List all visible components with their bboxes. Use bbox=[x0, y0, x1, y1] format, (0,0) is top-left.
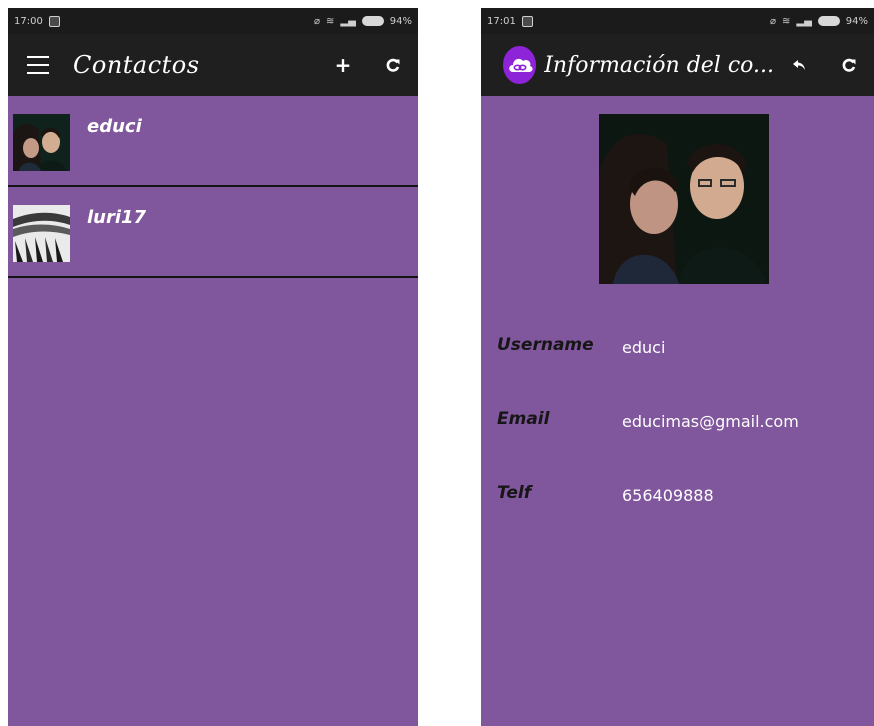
add-contact-button[interactable]: + bbox=[318, 40, 368, 90]
contact-detail-screen: 17:01 ⌀ ≋ ▂▄ 94% Información del co... U… bbox=[481, 8, 874, 726]
contact-item[interactable]: educi bbox=[8, 96, 418, 187]
status-icons: ⌀ ≋ ▂▄ 94% bbox=[770, 16, 868, 27]
contact-name: luri17 bbox=[87, 207, 147, 228]
refresh-button[interactable] bbox=[368, 40, 418, 90]
alarm-icon: ⌀ bbox=[769, 15, 776, 27]
username-value: educi bbox=[622, 338, 666, 357]
toolbar-actions bbox=[774, 40, 874, 90]
username-label: Username bbox=[497, 335, 594, 355]
refresh-icon bbox=[842, 58, 856, 72]
signal-icon: ▂▄ bbox=[796, 15, 812, 27]
battery-percent: 94% bbox=[845, 15, 868, 27]
contact-list: educi luri17 bbox=[8, 96, 418, 278]
toolbar-actions: + bbox=[318, 40, 418, 90]
app-toolbar: Información del co... bbox=[481, 34, 874, 96]
page-title: Contactos bbox=[73, 51, 200, 79]
alarm-icon: ⌀ bbox=[313, 15, 320, 27]
refresh-icon bbox=[386, 58, 400, 72]
phone-value[interactable]: 656409888 bbox=[622, 486, 714, 505]
wifi-icon: ≋ bbox=[781, 15, 791, 27]
notification-icon bbox=[521, 15, 533, 27]
status-time: 17:01 bbox=[487, 15, 516, 27]
battery-percent: 94% bbox=[389, 15, 412, 27]
email-label: Email bbox=[497, 409, 550, 429]
back-button[interactable] bbox=[774, 40, 824, 90]
contact-item[interactable]: luri17 bbox=[8, 187, 418, 278]
battery-icon bbox=[817, 16, 840, 26]
contact-avatar bbox=[13, 205, 70, 262]
battery-icon bbox=[361, 16, 384, 26]
reply-arrow-icon bbox=[793, 60, 805, 70]
cloud-link-logo-icon bbox=[508, 58, 533, 72]
contacts-screen: 17:00 ⌀ ≋ ▂▄ 94% Contactos + educi luri1… bbox=[8, 8, 418, 726]
contact-photo bbox=[599, 114, 769, 284]
refresh-button[interactable] bbox=[824, 40, 874, 90]
status-bar: 17:00 ⌀ ≋ ▂▄ 94% bbox=[8, 8, 418, 34]
page-title: Información del co... bbox=[544, 52, 774, 78]
status-time: 17:00 bbox=[14, 15, 43, 27]
status-bar: 17:01 ⌀ ≋ ▂▄ 94% bbox=[481, 8, 874, 34]
signal-icon: ▂▄ bbox=[340, 15, 356, 27]
app-toolbar: Contactos + bbox=[8, 34, 418, 96]
status-icons: ⌀ ≋ ▂▄ 94% bbox=[314, 16, 412, 27]
wifi-icon: ≋ bbox=[325, 15, 335, 27]
email-value[interactable]: educimas@gmail.com bbox=[622, 412, 799, 431]
hamburger-menu-icon[interactable] bbox=[27, 56, 49, 74]
notification-icon bbox=[48, 15, 60, 27]
app-logo bbox=[503, 46, 537, 84]
contact-name: educi bbox=[87, 116, 142, 137]
phone-label: Telf bbox=[497, 483, 532, 503]
contact-avatar bbox=[13, 114, 70, 171]
